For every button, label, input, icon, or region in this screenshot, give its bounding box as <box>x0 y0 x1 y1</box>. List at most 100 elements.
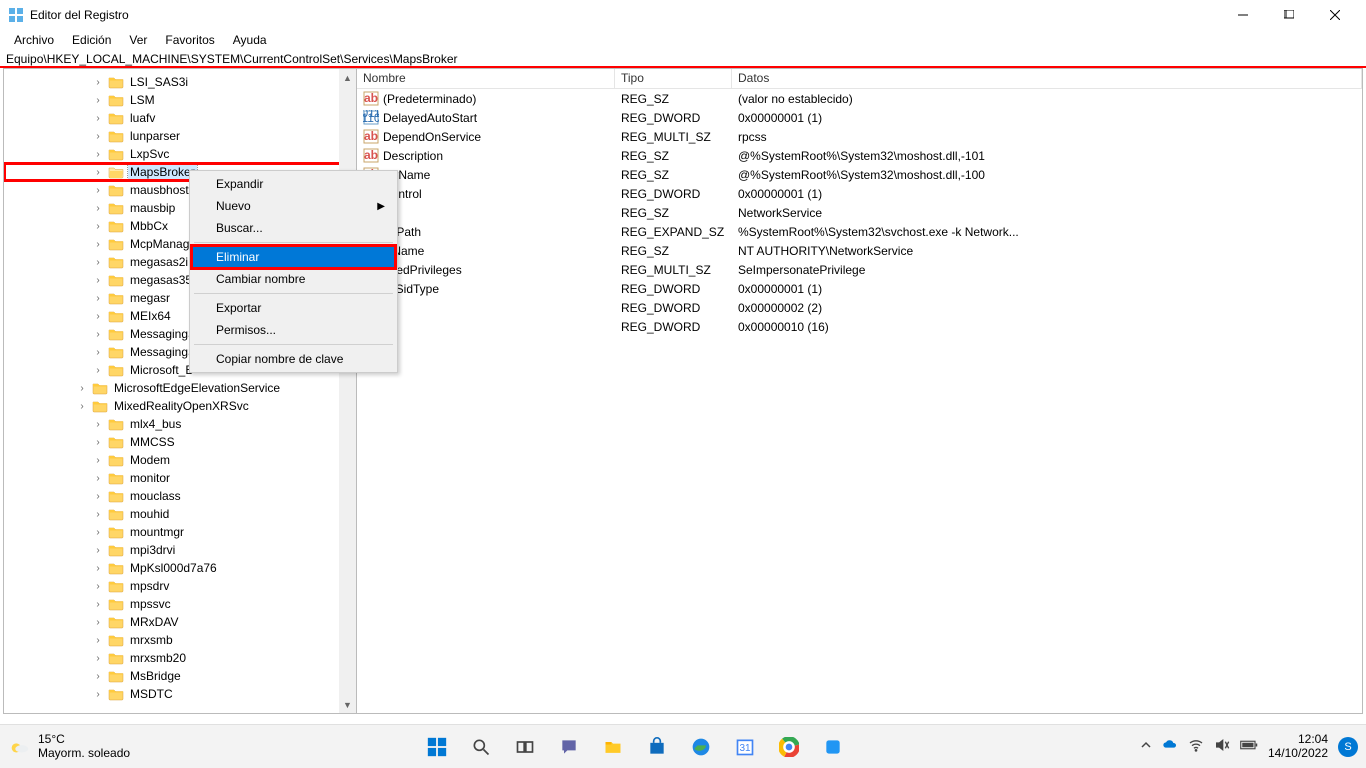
start-button[interactable] <box>418 728 456 766</box>
expand-caret-icon[interactable]: › <box>92 95 104 106</box>
tree-scrollbar[interactable]: ▲ ▼ <box>339 69 356 713</box>
expand-caret-icon[interactable]: › <box>92 329 104 340</box>
taskbar-weather[interactable]: 15°C Mayorm. soleado <box>8 733 130 759</box>
expand-caret-icon[interactable]: › <box>92 347 104 358</box>
menu-favoritos[interactable]: Favoritos <box>157 31 222 49</box>
expand-caret-icon[interactable]: › <box>92 167 104 178</box>
expand-caret-icon[interactable]: › <box>92 473 104 484</box>
user-avatar[interactable]: S <box>1338 737 1358 757</box>
value-row[interactable]: abgePathREG_EXPAND_SZ%SystemRoot%\System… <box>357 222 1362 241</box>
value-row[interactable]: abDescriptionREG_SZ@%SystemRoot%\System3… <box>357 146 1362 165</box>
expand-caret-icon[interactable]: › <box>92 653 104 664</box>
ctx-copiar-nombre[interactable]: Copiar nombre de clave <box>192 348 395 370</box>
expand-caret-icon[interactable]: › <box>92 149 104 160</box>
expand-caret-icon[interactable]: › <box>92 185 104 196</box>
edge-icon[interactable] <box>682 728 720 766</box>
expand-caret-icon[interactable]: › <box>92 563 104 574</box>
expand-caret-icon[interactable]: › <box>92 635 104 646</box>
expand-caret-icon[interactable]: › <box>92 113 104 124</box>
app-icon[interactable] <box>814 728 852 766</box>
tree-item[interactable]: ›mouclass <box>4 487 356 505</box>
tree-item[interactable]: ›Modem <box>4 451 356 469</box>
expand-caret-icon[interactable]: › <box>92 455 104 466</box>
expand-caret-icon[interactable]: › <box>92 365 104 376</box>
expand-caret-icon[interactable]: › <box>92 293 104 304</box>
value-row[interactable]: abuiredPrivilegesREG_MULTI_SZSeImpersona… <box>357 260 1362 279</box>
battery-icon[interactable] <box>1240 739 1258 754</box>
tree-item[interactable]: ›mpsdrv <box>4 577 356 595</box>
expand-caret-icon[interactable]: › <box>92 599 104 610</box>
onedrive-icon[interactable] <box>1162 737 1178 756</box>
expand-caret-icon[interactable]: › <box>92 257 104 268</box>
value-row[interactable]: 011110REG_DWORD0x00000002 (2) <box>357 298 1362 317</box>
expand-caret-icon[interactable]: › <box>76 401 88 412</box>
tree-item[interactable]: ›LSM <box>4 91 356 109</box>
tree-item[interactable]: ›mountmgr <box>4 523 356 541</box>
tree-item[interactable]: ›LxpSvc <box>4 145 356 163</box>
value-row[interactable]: abctNameREG_SZNT AUTHORITY\NetworkServic… <box>357 241 1362 260</box>
column-header-name[interactable]: Nombre <box>357 69 615 88</box>
expand-caret-icon[interactable]: › <box>92 221 104 232</box>
ctx-permisos[interactable]: Permisos... <box>192 319 395 341</box>
expand-caret-icon[interactable]: › <box>92 239 104 250</box>
tree-item[interactable]: ›MMCSS <box>4 433 356 451</box>
value-row[interactable]: 011110ControlREG_DWORD0x00000001 (1) <box>357 184 1362 203</box>
ctx-eliminar[interactable]: Eliminar <box>192 246 395 268</box>
menu-ayuda[interactable]: Ayuda <box>225 31 275 49</box>
tree-item[interactable]: ›MsBridge <box>4 667 356 685</box>
scroll-down-icon[interactable]: ▼ <box>339 696 356 713</box>
expand-caret-icon[interactable]: › <box>92 509 104 520</box>
menu-ver[interactable]: Ver <box>121 31 155 49</box>
maximize-button[interactable] <box>1266 0 1312 30</box>
tree-item[interactable]: ›MixedRealityOpenXRSvc <box>4 397 356 415</box>
value-row[interactable]: ab(Predeterminado)REG_SZ(valor no establ… <box>357 89 1362 108</box>
value-row[interactable]: 011110DelayedAutoStartREG_DWORD0x0000000… <box>357 108 1362 127</box>
minimize-button[interactable] <box>1220 0 1266 30</box>
menu-edicion[interactable]: Edición <box>64 31 119 49</box>
tree-item[interactable]: ›monitor <box>4 469 356 487</box>
ctx-cambiar-nombre[interactable]: Cambiar nombre <box>192 268 395 290</box>
expand-caret-icon[interactable]: › <box>92 275 104 286</box>
value-row[interactable]: ablayNameREG_SZ@%SystemRoot%\System32\mo… <box>357 165 1362 184</box>
expand-caret-icon[interactable]: › <box>92 77 104 88</box>
tree-item[interactable]: ›MpKsl000d7a76 <box>4 559 356 577</box>
tree-item[interactable]: ›mpssvc <box>4 595 356 613</box>
menu-archivo[interactable]: Archivo <box>6 31 62 49</box>
expand-caret-icon[interactable]: › <box>92 437 104 448</box>
value-row[interactable]: abDependOnServiceREG_MULTI_SZrpcss <box>357 127 1362 146</box>
tree-item[interactable]: ›lunparser <box>4 127 356 145</box>
tree-item[interactable]: ›luafv <box>4 109 356 127</box>
tree-item[interactable]: ›MicrosoftEdgeElevationService <box>4 379 356 397</box>
expand-caret-icon[interactable]: › <box>92 545 104 556</box>
tree-item[interactable]: ›mpi3drvi <box>4 541 356 559</box>
value-row[interactable]: 011110ceSidTypeREG_DWORD0x00000001 (1) <box>357 279 1362 298</box>
expand-caret-icon[interactable]: › <box>92 581 104 592</box>
address-bar[interactable]: Equipo\HKEY_LOCAL_MACHINE\SYSTEM\Current… <box>0 50 1366 68</box>
tree-item[interactable]: ›mouhid <box>4 505 356 523</box>
value-row[interactable]: 011110REG_DWORD0x00000010 (16) <box>357 317 1362 336</box>
explorer-icon[interactable] <box>594 728 632 766</box>
volume-icon[interactable] <box>1214 737 1230 756</box>
taskbar-clock[interactable]: 12:04 14/10/2022 <box>1268 733 1328 759</box>
ctx-nuevo[interactable]: Nuevo▶ <box>192 195 395 217</box>
value-row[interactable]: abupREG_SZNetworkService <box>357 203 1362 222</box>
expand-caret-icon[interactable]: › <box>92 131 104 142</box>
expand-caret-icon[interactable]: › <box>92 689 104 700</box>
search-button[interactable] <box>462 728 500 766</box>
close-button[interactable] <box>1312 0 1358 30</box>
tree-item[interactable]: ›mrxsmb20 <box>4 649 356 667</box>
column-header-type[interactable]: Tipo <box>615 69 732 88</box>
tree-item[interactable]: ›mlx4_bus <box>4 415 356 433</box>
expand-caret-icon[interactable]: › <box>92 527 104 538</box>
expand-caret-icon[interactable]: › <box>92 617 104 628</box>
chat-icon[interactable] <box>550 728 588 766</box>
calendar-icon[interactable]: 31 <box>726 728 764 766</box>
expand-caret-icon[interactable]: › <box>92 419 104 430</box>
expand-caret-icon[interactable]: › <box>92 491 104 502</box>
tree-item[interactable]: ›MSDTC <box>4 685 356 703</box>
expand-caret-icon[interactable]: › <box>92 311 104 322</box>
tree-item[interactable]: ›LSI_SAS3i <box>4 73 356 91</box>
ctx-exportar[interactable]: Exportar <box>192 297 395 319</box>
tree-item[interactable]: ›MRxDAV <box>4 613 356 631</box>
expand-caret-icon[interactable]: › <box>92 203 104 214</box>
